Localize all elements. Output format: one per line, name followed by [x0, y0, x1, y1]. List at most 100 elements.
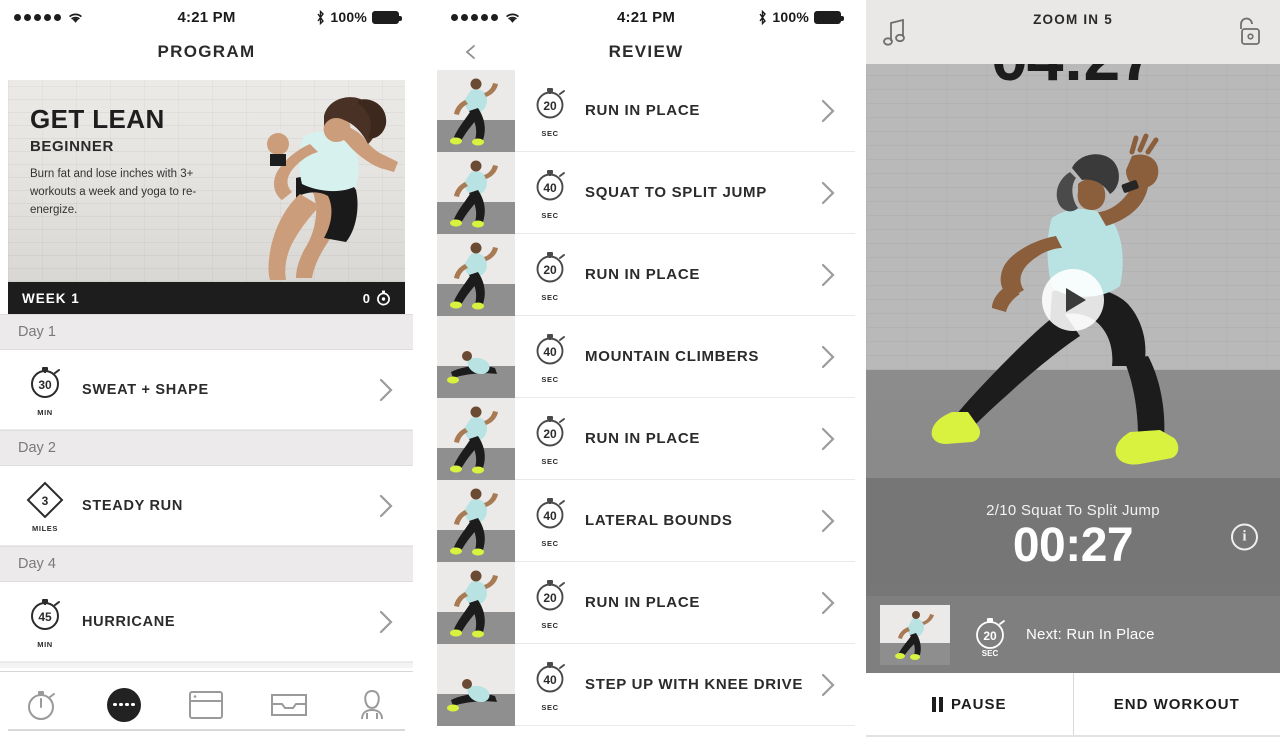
- day-header: Day 2: [0, 430, 413, 466]
- hero-description: Burn fat and lose inches with 3+ workout…: [30, 168, 197, 216]
- hero-runner-photo: [267, 97, 398, 280]
- bluetooth-icon: [317, 9, 325, 25]
- duration-badge: 40 SEC: [527, 165, 573, 220]
- duration-badge: 20 SEC: [527, 83, 573, 138]
- sidebar-item-profile[interactable]: [330, 672, 413, 737]
- status-bar: 4:21 PM 100%: [437, 0, 855, 34]
- exercise-name: RUN IN PLACE: [585, 430, 701, 447]
- workout-row[interactable]: 3 MILES STEADY RUN: [0, 466, 413, 546]
- week-bar[interactable]: WEEK 1 0: [8, 282, 405, 314]
- next-exercise-bar[interactable]: 20 SEC Next: Run In Place: [866, 596, 1280, 673]
- duration-badge: 20 SEC: [527, 575, 573, 630]
- thumbnail-image: [437, 152, 515, 234]
- stopwatch-icon: 20 SEC: [976, 617, 1005, 658]
- player-top-bar: ZOOM IN 5: [866, 0, 1280, 64]
- chevron-right-icon: [821, 509, 835, 532]
- player-container: ZOOM IN 5 04:27 2/10 Squat To Split Jump…: [866, 0, 1280, 737]
- sidebar-item-timer[interactable]: [0, 672, 83, 737]
- chevron-right-icon: [821, 99, 835, 122]
- list-item[interactable]: 20 SEC RUN IN PLACE: [437, 562, 855, 644]
- list-item[interactable]: 20 SEC RUN IN PLACE: [437, 398, 855, 480]
- stopwatch-icon: 40: [536, 498, 565, 529]
- list-item[interactable]: 20 SEC RUN IN PLACE: [437, 234, 855, 316]
- exercise-name: SQUAT TO SPLIT JUMP: [585, 184, 767, 201]
- thumbnail-image: [437, 234, 515, 316]
- badge-value: 40: [543, 345, 557, 359]
- list-item-body: 20 SEC RUN IN PLACE: [515, 398, 855, 480]
- sidebar-item-programs[interactable]: [83, 672, 166, 737]
- day-header: Day 4: [0, 546, 413, 582]
- list-item-body: 20 SEC RUN IN PLACE: [515, 562, 855, 644]
- badge-value: 20: [543, 427, 557, 441]
- exercise-name: RUN IN PLACE: [585, 102, 701, 119]
- exercise-thumbnail: [437, 152, 515, 234]
- list-item[interactable]: 40 SEC STEP UP WITH KNEE DRIVE: [437, 644, 855, 726]
- badge-unit: SEC: [541, 211, 559, 220]
- workout-row[interactable]: 45 MIN HURRICANE: [0, 582, 413, 662]
- badge-unit: SEC: [541, 703, 559, 712]
- workout-row[interactable]: 30 MIN SWEAT + SHAPE: [0, 350, 413, 430]
- list-item[interactable]: 40 SEC SQUAT TO SPLIT JUMP: [437, 152, 855, 234]
- badge-value: 40: [543, 673, 557, 687]
- exercise-thumbnail: [437, 562, 515, 644]
- panel-gap: [855, 0, 866, 737]
- workout-title: ZOOM IN 5: [1033, 12, 1113, 27]
- unlocked-padlock-icon[interactable]: [1236, 16, 1264, 48]
- chevron-right-icon: [821, 181, 835, 204]
- play-button[interactable]: [1042, 269, 1104, 331]
- info-icon[interactable]: i: [1231, 523, 1258, 551]
- panel-gap: [413, 0, 437, 737]
- list-item-body: 40 SEC STEP UP WITH KNEE DRIVE: [515, 644, 855, 726]
- chevron-right-icon: [379, 494, 393, 517]
- stopwatch-icon: 20: [536, 252, 565, 283]
- exercise-timer: 00:27: [1012, 519, 1134, 573]
- thumbnail-image: [437, 316, 515, 398]
- pause-button[interactable]: PAUSE: [866, 673, 1073, 735]
- dots-circle-icon: [106, 687, 141, 722]
- hero-level: BEGINNER: [30, 138, 114, 155]
- sidebar-item-inbox[interactable]: [248, 672, 331, 737]
- play-icon: [1065, 288, 1086, 312]
- hero-text-block: GET LEAN BEGINNER Burn fat and lose inch…: [30, 106, 202, 219]
- sidebar-item-browse[interactable]: [165, 672, 248, 737]
- exercise-name: RUN IN PLACE: [585, 594, 701, 611]
- program-screen: 4:21 PM 100% PROGRAM GET LEAN BEGINNER B…: [0, 0, 413, 737]
- exercise-thumbnail: [437, 234, 515, 316]
- pause-label: PAUSE: [950, 695, 1007, 713]
- end-workout-button[interactable]: END WORKOUT: [1072, 673, 1280, 735]
- badge-unit: MIN: [37, 640, 53, 649]
- workout-name: HURRICANE: [82, 613, 176, 630]
- badge-unit: MIN: [37, 408, 53, 417]
- badge-value: 20: [543, 99, 557, 113]
- duration-badge: 20 SEC: [527, 247, 573, 302]
- list-item-body: 20 SEC RUN IN PLACE: [515, 234, 855, 316]
- next-badge-value: 20: [983, 629, 997, 643]
- wifi-icon: [69, 13, 82, 23]
- list-item[interactable]: 20 SEC RUN IN PLACE: [437, 70, 855, 152]
- workout-name: SWEAT + SHAPE: [82, 381, 209, 398]
- badge-value: 40: [543, 181, 557, 195]
- duration-badge: 45 MIN: [22, 594, 68, 649]
- bluetooth-icon: [759, 9, 767, 25]
- list-item-body: 40 SEC MOUNTAIN CLIMBERS: [515, 316, 855, 398]
- week-label: WEEK 1: [22, 290, 80, 306]
- duration-badge: 40 SEC: [527, 657, 573, 712]
- chevron-right-icon: [379, 610, 393, 633]
- player-action-buttons: PAUSE END WORKOUT: [866, 673, 1280, 737]
- list-item[interactable]: 40 SEC MOUNTAIN CLIMBERS: [437, 316, 855, 398]
- exercise-thumbnail: [437, 316, 515, 398]
- diamond-icon: 3: [26, 481, 64, 519]
- list-item[interactable]: 40 SEC LATERAL BOUNDS: [437, 480, 855, 562]
- list-item-body: 20 SEC RUN IN PLACE: [515, 70, 855, 152]
- exercise-name: STEP UP WITH KNEE DRIVE: [585, 676, 804, 693]
- program-hero-card[interactable]: GET LEAN BEGINNER Burn fat and lose inch…: [8, 80, 405, 282]
- day-header: Day 1: [0, 314, 413, 350]
- duration-badge: 30 MIN: [22, 362, 68, 417]
- chevron-left-icon[interactable]: [463, 44, 479, 60]
- signal-dots-icon: [14, 13, 61, 21]
- exercise-list[interactable]: 20 SEC RUN IN PLACE 40 SEC SQUAT TO SPLIT JUM…: [437, 70, 855, 726]
- exercise-thumbnail: [437, 398, 515, 480]
- list-item-body: 40 SEC SQUAT TO SPLIT JUMP: [515, 152, 855, 234]
- battery-percent-label: 100%: [772, 9, 809, 25]
- stopwatch-icon: 40: [536, 662, 565, 693]
